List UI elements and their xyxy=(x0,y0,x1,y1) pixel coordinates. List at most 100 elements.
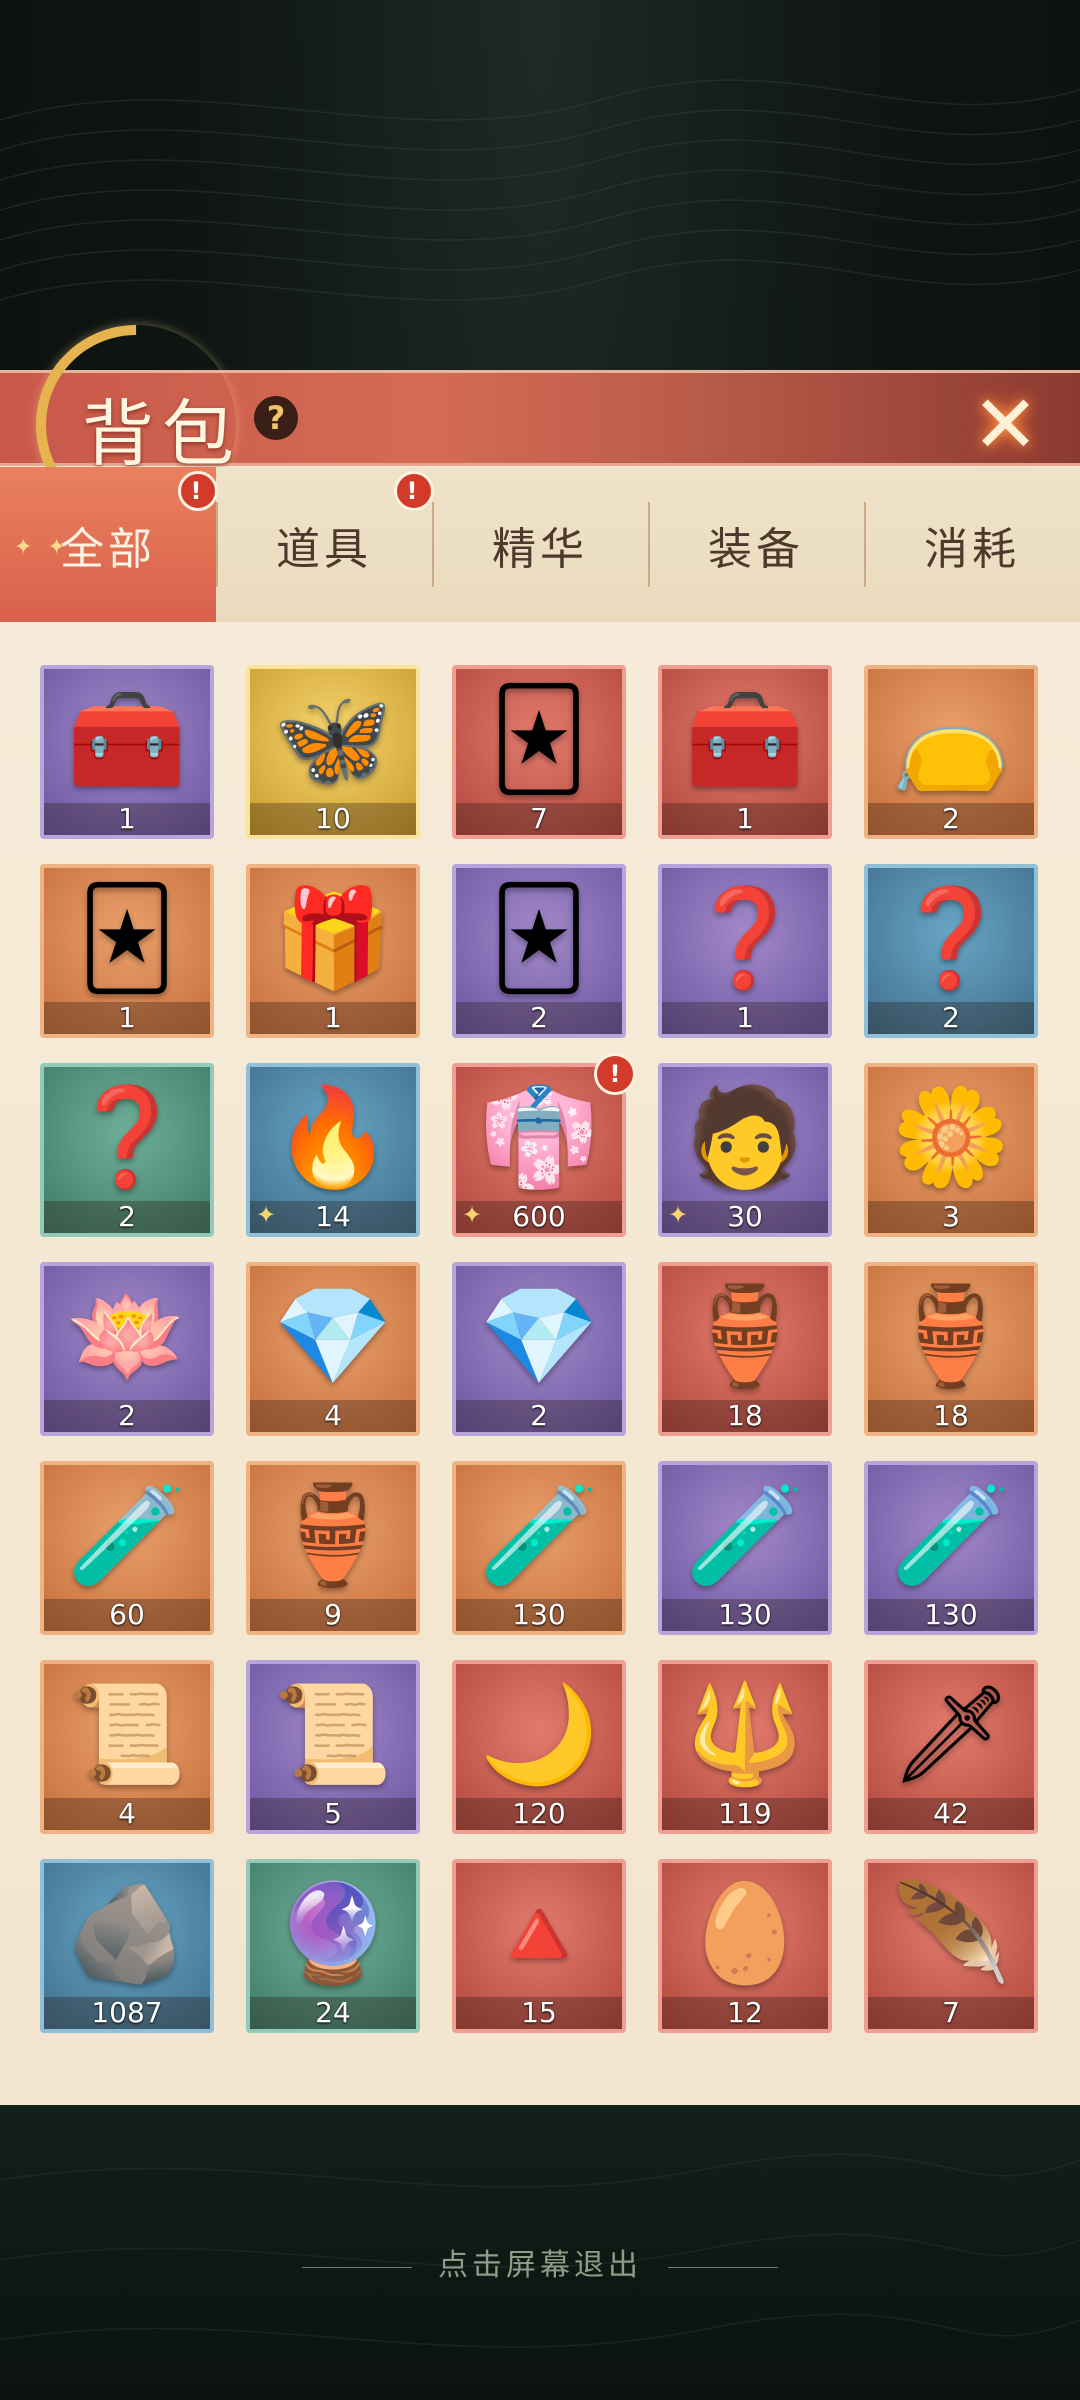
salt-crystal-icon: 🔺 xyxy=(479,1877,599,1989)
blue-flower-icon: 🌼 xyxy=(891,1081,1011,1193)
tab-props[interactable]: 道具 ! xyxy=(216,467,434,622)
silver-scroll-icon: 📜 xyxy=(273,1678,393,1790)
card-box-icon: 🃏 xyxy=(77,882,177,994)
inventory-item[interactable]: 🏺 9 xyxy=(246,1461,420,1635)
dagger-icon: 🗡 xyxy=(890,1678,1012,1790)
inventory-item[interactable]: 🏺 18 xyxy=(658,1262,832,1436)
exit-hint[interactable]: 点击屏幕退出 xyxy=(0,2240,1080,2284)
item-count: 60 xyxy=(44,1599,210,1631)
inventory-item[interactable]: 🃏 7 xyxy=(452,665,626,839)
item-count: 18 xyxy=(662,1400,828,1432)
inventory-item[interactable]: ❓ 1 xyxy=(658,864,832,1038)
gold-elixir-icon: 🏺 xyxy=(273,1479,393,1591)
inventory-item[interactable]: 🔺 15 xyxy=(452,1859,626,2033)
help-icon[interactable]: ? xyxy=(254,396,298,440)
crystal-icon: 💎 xyxy=(273,1280,393,1392)
inventory-item[interactable]: 🦋 10 xyxy=(246,665,420,839)
inventory-item[interactable]: 💎 4 xyxy=(246,1262,420,1436)
card-box-icon: 🃏 xyxy=(489,683,589,795)
item-count: 1 xyxy=(662,1002,828,1034)
inventory-item[interactable]: 🗡 42 xyxy=(864,1660,1038,1834)
inventory-item[interactable]: 🃏 2 xyxy=(452,864,626,1038)
inventory-item[interactable]: 💎 2 xyxy=(452,1262,626,1436)
inventory-item[interactable]: 🧰 1 xyxy=(658,665,832,839)
inventory-item[interactable]: 🪨 1087 xyxy=(40,1859,214,2033)
golden-spear-icon: 🔱 xyxy=(685,1678,805,1790)
divider xyxy=(668,2266,778,2268)
tab-consumables[interactable]: 消耗 xyxy=(864,467,1080,622)
crystal-icon: 💎 xyxy=(479,1280,599,1392)
item-count: 2 xyxy=(868,1002,1034,1034)
inventory-item[interactable]: 🪷 2 xyxy=(40,1262,214,1436)
alert-badge-icon: ! xyxy=(394,471,434,511)
inventory-item[interactable]: ❓ 2 xyxy=(864,864,1038,1038)
item-count: 2 xyxy=(868,803,1034,835)
item-count: 2 xyxy=(456,1400,622,1432)
inventory-item[interactable]: 🥚 12 xyxy=(658,1859,832,2033)
tab-all[interactable]: 全部 ! xyxy=(0,467,218,622)
inventory-item[interactable]: 🌼 3 xyxy=(864,1063,1038,1237)
phoenix-feather-icon: 🪶 xyxy=(891,1877,1011,1989)
inventory-item[interactable]: 🔮 24 xyxy=(246,1859,420,2033)
inventory-item[interactable]: 🧪 130 xyxy=(658,1461,832,1635)
item-count: 42 xyxy=(868,1798,1034,1830)
inventory-item[interactable]: 👘 600 ✦! xyxy=(452,1053,636,1237)
inventory-item[interactable]: 🧪 130 xyxy=(864,1461,1038,1635)
blue-flame-icon: 🔥 xyxy=(273,1081,393,1193)
portrait-box-icon: 🎁 xyxy=(273,882,393,994)
item-count: 7 xyxy=(868,1997,1034,2029)
item-count: 130 xyxy=(456,1599,622,1631)
inventory-item[interactable]: 🪶 7 xyxy=(864,1859,1038,2033)
golden-staff-icon: 🌙 xyxy=(479,1678,599,1790)
tab-label: 装备 xyxy=(708,523,804,575)
item-grid: 🧰 1 🦋 10 🃏 7 🧰 1 👝 2 🃏 1 🎁 1 🃏 2 ❓ 1 ❓ 2 ❓ 2 🔥 14 ✦ 👘 600 ✦! 🧑 30 ✦ 🌼 3 🪷… xyxy=(40,665,1040,2033)
item-count: 4 xyxy=(250,1400,416,1432)
fragment-icon: ✦ xyxy=(256,1201,277,1229)
item-count: 15 xyxy=(456,1997,622,2029)
item-count: 7 xyxy=(456,803,622,835)
tab-essence[interactable]: 精华 xyxy=(432,467,648,622)
item-count: 9 xyxy=(250,1599,416,1631)
inventory-item[interactable]: 🃏 1 xyxy=(40,864,214,1038)
tab-label: 精华 xyxy=(492,523,588,575)
inventory-item[interactable]: 🧰 1 xyxy=(40,665,214,839)
butterfly-icon: 🦋 xyxy=(273,683,393,795)
inventory-item[interactable]: 🎁 1 xyxy=(246,864,420,1038)
inventory-item[interactable]: 👝 2 xyxy=(864,665,1038,839)
item-count: 1 xyxy=(662,803,828,835)
spirit-stone-icon: 🔮 xyxy=(273,1877,393,1989)
tab-label: 全部 xyxy=(60,523,156,575)
inventory-item[interactable]: ❓ 2 xyxy=(40,1063,214,1237)
close-button[interactable]: ✕ xyxy=(952,364,1062,474)
close-icon: ✕ xyxy=(972,378,1040,471)
tab-equipment[interactable]: 装备 xyxy=(648,467,864,622)
alert-badge-icon: ! xyxy=(594,1053,636,1095)
inventory-item[interactable]: 🧪 130 xyxy=(452,1461,626,1635)
purple-elixir-icon: 🏺 xyxy=(891,1280,1011,1392)
inventory-item[interactable]: 🌙 120 xyxy=(452,1660,626,1834)
lotus-flower-icon: 🪷 xyxy=(67,1280,187,1392)
character-portrait-icon: 🧑 xyxy=(685,1081,805,1193)
inventory-item[interactable]: 🏺 18 xyxy=(864,1262,1038,1436)
treasure-chest-icon: 🧰 xyxy=(67,683,187,795)
lucky-bag-icon: 👝 xyxy=(891,683,1011,795)
category-tabs: 全部 ! 道具 ! 精华 装备 消耗 xyxy=(0,467,1080,622)
inventory-item[interactable]: 🔱 119 xyxy=(658,1660,832,1834)
item-count: 1 xyxy=(44,1002,210,1034)
inventory-item[interactable]: 🧑 30 ✦ xyxy=(658,1063,832,1237)
character-portrait-icon: 👘 xyxy=(479,1081,599,1193)
divider xyxy=(302,2266,412,2268)
item-count: 130 xyxy=(662,1599,828,1631)
inventory-item[interactable]: 🧪 60 xyxy=(40,1461,214,1635)
item-count: 18 xyxy=(868,1400,1034,1432)
fragment-icon: ✦ xyxy=(462,1201,483,1229)
ore-stone-icon: 🪨 xyxy=(67,1877,187,1989)
item-count: 4 xyxy=(44,1798,210,1830)
gold-scroll-icon: 📜 xyxy=(67,1678,187,1790)
background-wave-lines xyxy=(0,79,1080,301)
inventory-item[interactable]: 📜 5 xyxy=(246,1660,420,1834)
inventory-item[interactable]: 📜 4 xyxy=(40,1660,214,1834)
treasure-chest-icon: 🧰 xyxy=(685,683,805,795)
inventory-item[interactable]: 🔥 14 ✦ xyxy=(246,1063,420,1237)
alert-badge-icon: ! xyxy=(178,471,218,511)
